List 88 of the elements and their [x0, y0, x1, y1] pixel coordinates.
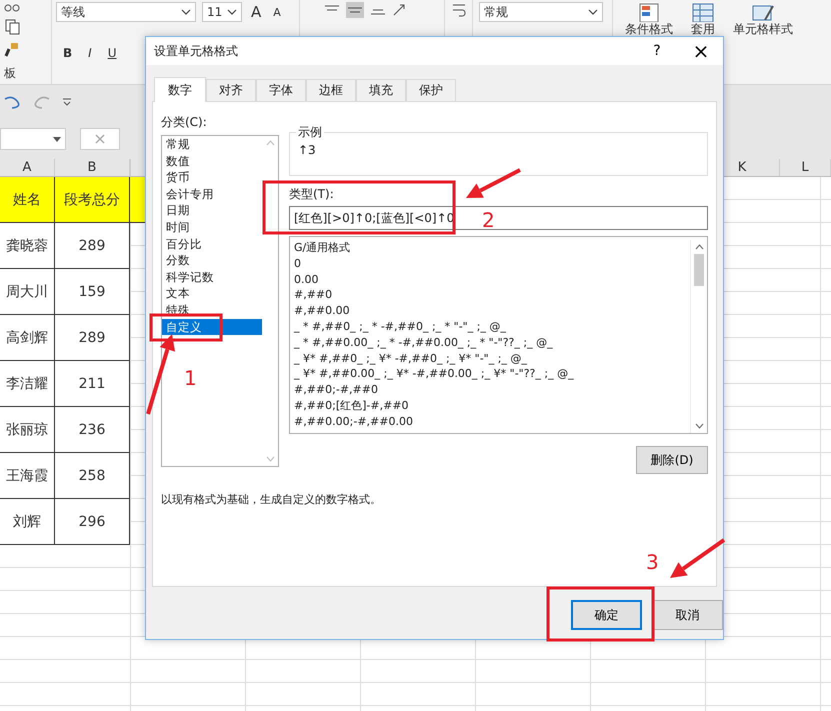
conditional-format-button[interactable]: 条件格式 [621, 2, 677, 36]
arrow [466, 168, 521, 198]
align-middle-icon[interactable] [346, 2, 364, 18]
category-item[interactable]: 时间 [162, 218, 262, 236]
format-item[interactable]: #,##0;[红色]-#,##0 [290, 398, 690, 414]
table-cell: 龚晓蓉 [0, 223, 55, 269]
format-item[interactable]: _ ¥* #,##0_ ;_ ¥* -#,##0_ ;_ ¥* "-"_ ;_ @_ [290, 350, 690, 366]
table-cell: 211 [55, 361, 130, 407]
tab[interactable]: 边框 [306, 79, 356, 101]
tab[interactable]: 字体 [256, 79, 306, 101]
undo-icon[interactable] [2, 95, 22, 109]
table-cell: 258 [55, 453, 130, 499]
format-item[interactable]: 0 [290, 256, 690, 272]
category-item[interactable]: 百分比 [162, 236, 262, 252]
table-icon [691, 2, 715, 22]
category-label: 分类(C): [161, 114, 208, 131]
format-item[interactable]: _ * #,##0_ ;_ * -#,##0_ ;_ * "-"_ ;_ @_ [290, 318, 690, 335]
header-cell: 姓名 [0, 177, 55, 223]
scroll-down-icon[interactable] [694, 423, 704, 429]
format-list[interactable] [289, 236, 708, 434]
bold-button[interactable]: B [60, 46, 76, 60]
caret-icon [53, 136, 61, 142]
underline-button[interactable]: U [104, 46, 120, 60]
copy-icon[interactable] [4, 19, 22, 35]
table-cell: 296 [55, 499, 130, 545]
step-number: 2 [482, 210, 495, 230]
type-label: 类型(T): [289, 186, 335, 203]
cancel-button[interactable]: 取消 [652, 600, 723, 630]
format-painter-icon[interactable] [4, 42, 20, 58]
tab[interactable]: 数字 [154, 77, 206, 102]
delete-button[interactable]: 删除(D) [636, 446, 708, 474]
format-item[interactable]: #,##0.00 [290, 303, 690, 319]
format-item[interactable]: #,##0.00;-#,##0.00 [290, 414, 690, 430]
table-cell: 236 [55, 407, 130, 453]
table-cell: 张丽琼 [0, 407, 55, 453]
format-as-table-button[interactable]: 套用 [687, 2, 719, 36]
category-item[interactable]: 常规 [162, 136, 262, 153]
table-cell: 刘辉 [0, 499, 55, 545]
table-cell: 289 [55, 315, 130, 361]
cell-styles-button[interactable]: 单元格样式 [729, 2, 797, 36]
category-item[interactable]: 数值 [162, 152, 262, 170]
category-item[interactable]: 分数 [162, 252, 262, 269]
group-label: 板 [4, 65, 17, 82]
sample-value: ↑3 [298, 143, 316, 157]
sample-label: 示例 [296, 124, 324, 141]
tab[interactable]: 对齐 [206, 79, 256, 101]
format-item[interactable]: #,##0;-#,##0 [290, 382, 690, 398]
customize-toolbar-icon[interactable] [62, 98, 72, 106]
caret-icon [588, 9, 598, 15]
category-item[interactable]: 货币 [162, 169, 262, 186]
table-cell: 高剑辉 [0, 315, 55, 361]
scroll-up-icon[interactable] [694, 244, 704, 250]
table-cell: 王海霞 [0, 453, 55, 499]
category-item[interactable]: 日期 [162, 202, 262, 219]
category-item[interactable]: 自定义 [162, 318, 262, 336]
ok-button[interactable]: 确定 [571, 600, 642, 630]
step-number: 3 [646, 552, 659, 572]
font-size-dropdown[interactable]: 11 [202, 2, 242, 22]
table-cell: 159 [55, 269, 130, 315]
font-name-dropdown[interactable]: 等线 [56, 2, 196, 22]
help-button[interactable]: ? [635, 37, 679, 65]
grow-font-button[interactable]: A [248, 3, 264, 21]
tab[interactable]: 填充 [356, 79, 406, 101]
header-cell: 段考总分 [55, 177, 130, 223]
table-cell: 李洁耀 [0, 361, 55, 407]
caret-icon [227, 9, 237, 15]
category-item[interactable]: 科学记数 [162, 268, 262, 286]
close-button[interactable]: × [679, 37, 723, 65]
tab[interactable]: 保护 [406, 79, 456, 101]
number-format-dropdown[interactable]: 常规 [479, 2, 603, 22]
table-cell: 289 [55, 223, 130, 269]
category-item[interactable]: 会计专用 [162, 186, 262, 202]
format-item[interactable]: G/通用格式 [290, 240, 690, 256]
step-number: 1 [184, 368, 197, 388]
description-text: 以现有格式为基础，生成自定义的数字格式。 [161, 492, 381, 507]
dialog-title: 设置单元格格式 [154, 42, 239, 60]
arrow [670, 538, 726, 578]
format-item[interactable]: 0.00 [290, 272, 690, 288]
wrap-text-icon[interactable] [450, 2, 466, 18]
category-item[interactable]: 文本 [162, 285, 262, 302]
format-item[interactable]: _ * #,##0.00_ ;_ * -#,##0.00_ ;_ * "-"??_ ;_ @_ [290, 334, 690, 351]
format-item[interactable]: #,##0 [290, 287, 690, 304]
shrink-font-button[interactable]: A [270, 6, 284, 18]
scrollbar-thumb[interactable] [694, 254, 704, 286]
table-cell: 周大川 [0, 269, 55, 315]
format-item[interactable]: _ ¥* #,##0.00_ ;_ ¥* -#,##0.00_ ;_ ¥* "-"??_ ;_ @_ [290, 366, 690, 382]
caret-icon [181, 9, 191, 15]
italic-button[interactable]: I [85, 46, 95, 60]
